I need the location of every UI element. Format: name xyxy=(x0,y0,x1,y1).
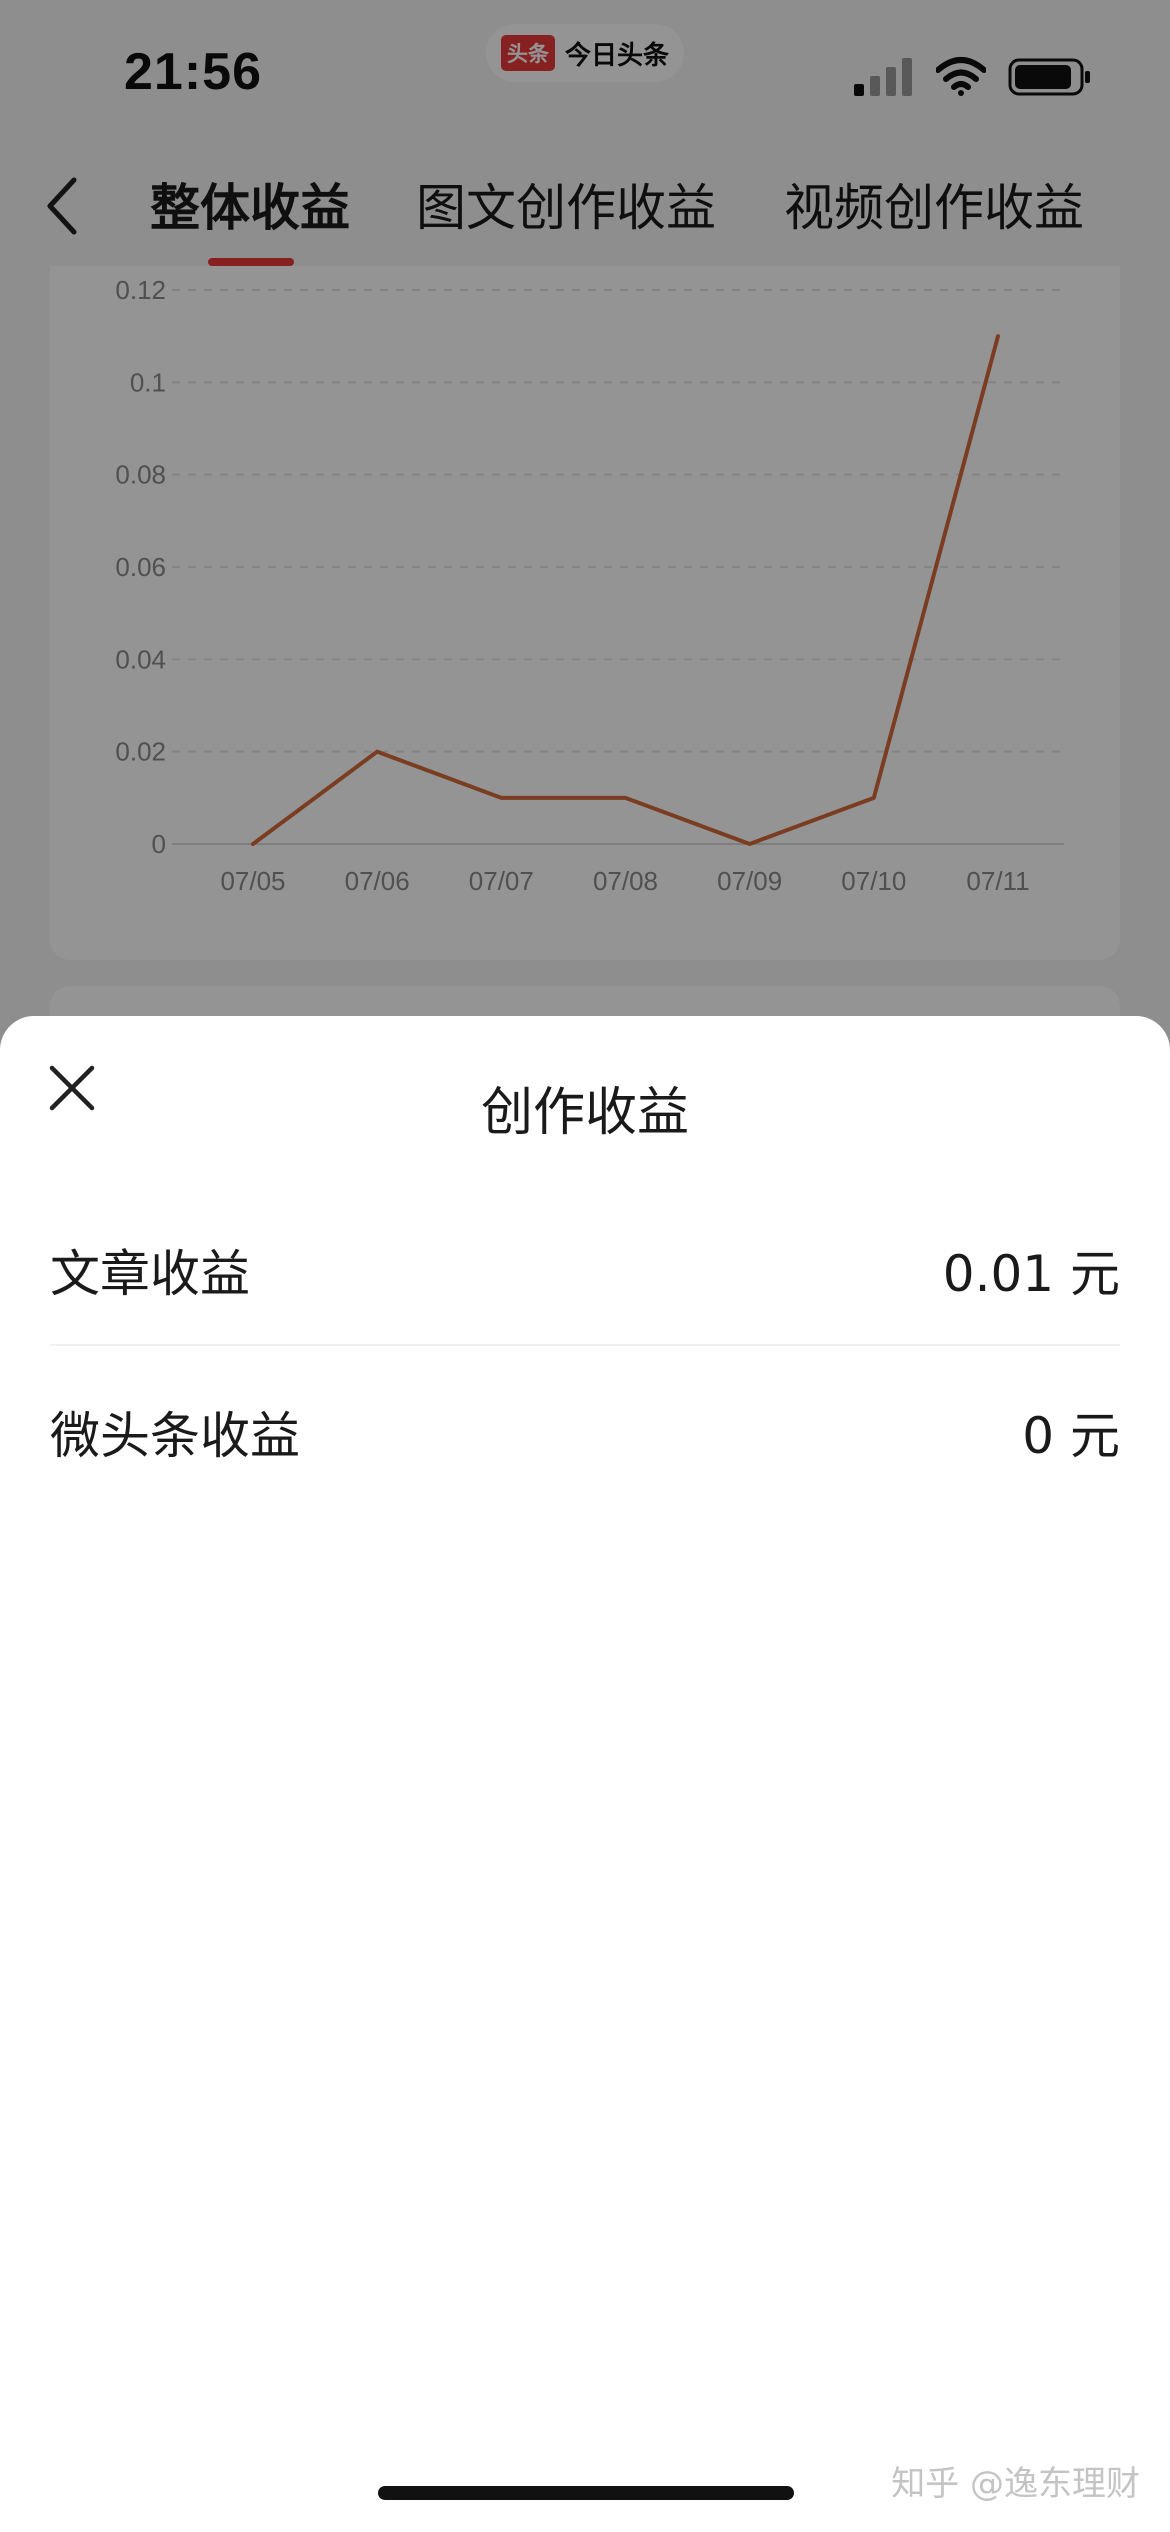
income-row-label: 微头条收益 xyxy=(50,1407,300,1465)
income-row-article: 文章收益 0.01 元 xyxy=(50,1184,1120,1346)
watermark: 知乎 @逸东理财 xyxy=(891,2464,1140,2504)
income-row-micro-post: 微头条收益 0 元 xyxy=(50,1346,1120,1506)
creation-income-sheet: 创作收益 文章收益 0.01 元 微头条收益 0 元 xyxy=(0,1016,1170,2532)
home-indicator[interactable] xyxy=(378,2486,794,2500)
income-row-label: 文章收益 xyxy=(50,1245,250,1303)
income-row-value: 0.01 元 xyxy=(942,1245,1120,1303)
income-row-value: 0 元 xyxy=(1022,1407,1120,1465)
sheet-title: 创作收益 xyxy=(480,1083,689,1143)
